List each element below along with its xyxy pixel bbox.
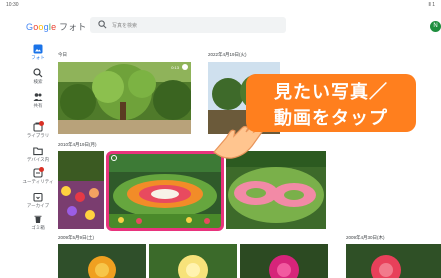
- photo-thumbnail[interactable]: 0:13: [58, 62, 191, 134]
- select-checkbox[interactable]: [111, 155, 117, 161]
- search-placeholder: 写真を検索: [112, 23, 138, 29]
- sidebar-item-archive[interactable]: アーカイブ: [22, 192, 54, 216]
- photo-thumbnail[interactable]: [58, 244, 146, 278]
- section-date: 2009年4月30日(木): [346, 235, 385, 240]
- sidebar: フォト 検索 共有 ライブラリ デバイス内 ユーティリティ アーカイブ ゴミ箱: [0, 40, 54, 278]
- section-date: 2009年5月9日(土): [58, 235, 95, 240]
- sidebar-item-label: ゴミ箱: [31, 225, 45, 230]
- section-date: 2022年4月19日(火): [208, 52, 247, 57]
- sidebar-item-label: 検索: [33, 79, 43, 84]
- notification-badge: [39, 121, 44, 126]
- photo-thumbnail[interactable]: [58, 151, 104, 229]
- sidebar-item-trash[interactable]: ゴミ箱: [22, 214, 54, 238]
- search-icon: [33, 68, 43, 78]
- logo-suffix: フォト: [56, 22, 87, 32]
- sidebar-item-label: アーカイブ: [26, 203, 50, 208]
- account-avatar[interactable]: N: [430, 21, 441, 32]
- instruction-callout: 見たい写真／ 動画をタップ: [246, 74, 416, 132]
- people-icon: [33, 93, 43, 101]
- photo-thumbnail[interactable]: [346, 244, 441, 278]
- status-time: 10:30: [6, 2, 19, 8]
- app-header: Google フォト 写真を検索 N: [0, 12, 441, 38]
- play-icon: [182, 64, 188, 70]
- sidebar-item-label: ライブラリ: [26, 133, 50, 138]
- sidebar-item-utilities[interactable]: ユーティリティ: [22, 167, 54, 192]
- tablet-screen: 10:30 Ⅱ 1 Google フォト 写真を検索 N フォト 検索 共有 ラ…: [0, 0, 441, 278]
- status-indicators: Ⅱ 1: [428, 2, 435, 8]
- section-date: 今日: [58, 52, 67, 57]
- folder-icon: [33, 147, 43, 156]
- google-photos-logo[interactable]: Google フォト: [26, 20, 87, 33]
- trash-icon: [34, 215, 42, 223]
- sidebar-item-search[interactable]: 検索: [22, 68, 54, 92]
- search-icon: [98, 20, 107, 29]
- sidebar-item-sharing[interactable]: 共有: [22, 92, 54, 116]
- tree-photo: [58, 62, 191, 134]
- flowers-photo: [58, 151, 104, 229]
- callout-line-2: 動画をタップ: [274, 108, 388, 128]
- rose-garden-photo: [226, 151, 326, 229]
- search-bar[interactable]: 写真を検索: [90, 17, 286, 33]
- photos-icon: [33, 44, 43, 54]
- callout-line-1: 見たい写真／: [274, 82, 388, 102]
- selection-highlight: [106, 151, 224, 231]
- photo-thumbnail[interactable]: [226, 151, 326, 229]
- sidebar-item-on-device[interactable]: デバイス内: [22, 146, 54, 170]
- section-date: 2010年4月19日(月): [58, 142, 97, 147]
- status-bar: 10:30 Ⅱ 1: [0, 0, 441, 10]
- red-rose-photo: [346, 244, 441, 278]
- yellow-rose-photo: [58, 244, 146, 278]
- sidebar-item-photos[interactable]: フォト: [22, 44, 54, 68]
- sidebar-item-library[interactable]: ライブラリ: [22, 121, 54, 146]
- photo-thumbnail[interactable]: [149, 244, 237, 278]
- photo-thumbnail[interactable]: [240, 244, 328, 278]
- sidebar-item-label: フォト: [31, 55, 45, 60]
- notification-badge: [39, 167, 44, 172]
- sidebar-item-label: デバイス内: [26, 157, 50, 162]
- sidebar-item-label: 共有: [33, 103, 43, 108]
- archive-icon: [33, 192, 43, 202]
- pink-rose-photo: [240, 244, 328, 278]
- sidebar-item-label: ユーティリティ: [22, 179, 54, 184]
- cream-rose-photo: [149, 244, 237, 278]
- photo-time: 0:13: [171, 65, 179, 70]
